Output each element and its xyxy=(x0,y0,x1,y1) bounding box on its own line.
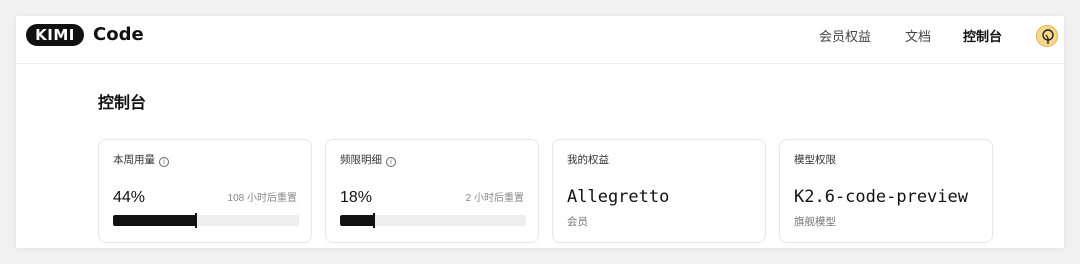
logo-text[interactable]: Code xyxy=(93,24,144,46)
weekly-usage-label: 本周用量 i xyxy=(113,153,169,167)
nav-console[interactable]: 控制台 xyxy=(963,28,1002,46)
model-access-label: 模型权限 xyxy=(794,154,836,166)
info-icon[interactable]: i xyxy=(386,157,396,167)
nav-docs[interactable]: 文档 xyxy=(905,28,931,46)
weekly-usage-reset: 108 小时后重置 xyxy=(227,193,297,204)
rate-limit-progress-marker xyxy=(373,213,375,228)
rate-limit-reset: 2 小时后重置 xyxy=(465,193,524,204)
model-access-card: 模型权限 K2.6-code-preview 旗舰模型 xyxy=(779,139,993,243)
nav-member-benefits[interactable]: 会员权益 xyxy=(819,28,871,46)
weekly-usage-percent: 44% xyxy=(113,189,146,206)
rate-limit-percent: 18% xyxy=(340,189,373,206)
kimi-logo[interactable]: KIMI xyxy=(26,24,84,46)
app-window: KIMI Code 会员权益 文档 控制台 控制台 本周用量 i 44% 108 … xyxy=(16,16,1064,248)
rate-limit-label: 频限明细 i xyxy=(340,153,396,167)
weekly-usage-label-text: 本周用量 xyxy=(113,154,155,166)
weekly-usage-progress-fill xyxy=(113,215,195,226)
top-nav-bar: KIMI Code 会员权益 文档 控制台 xyxy=(16,16,1064,64)
info-icon[interactable]: i xyxy=(159,157,169,167)
benefits-card: 我的权益 Allegretto 会员 xyxy=(552,139,766,243)
model-name: K2.6-code-preview xyxy=(794,187,968,207)
benefits-label: 我的权益 xyxy=(567,154,609,166)
weekly-usage-card: 本周用量 i 44% 108 小时后重置 xyxy=(98,139,312,243)
weekly-usage-progress xyxy=(113,215,299,226)
model-subtitle: 旗舰模型 xyxy=(794,216,836,228)
rate-limit-card: 频限明细 i 18% 2 小时后重置 xyxy=(325,139,539,243)
avatar-icon[interactable] xyxy=(1036,25,1058,47)
plan-name: Allegretto xyxy=(567,187,670,207)
plan-subtitle: 会员 xyxy=(567,216,588,228)
weekly-usage-progress-marker xyxy=(195,213,197,228)
rate-limit-progress xyxy=(340,215,526,226)
rate-limit-progress-fill xyxy=(340,215,373,226)
page-title: 控制台 xyxy=(98,95,147,112)
rate-limit-label-text: 频限明细 xyxy=(340,154,382,166)
